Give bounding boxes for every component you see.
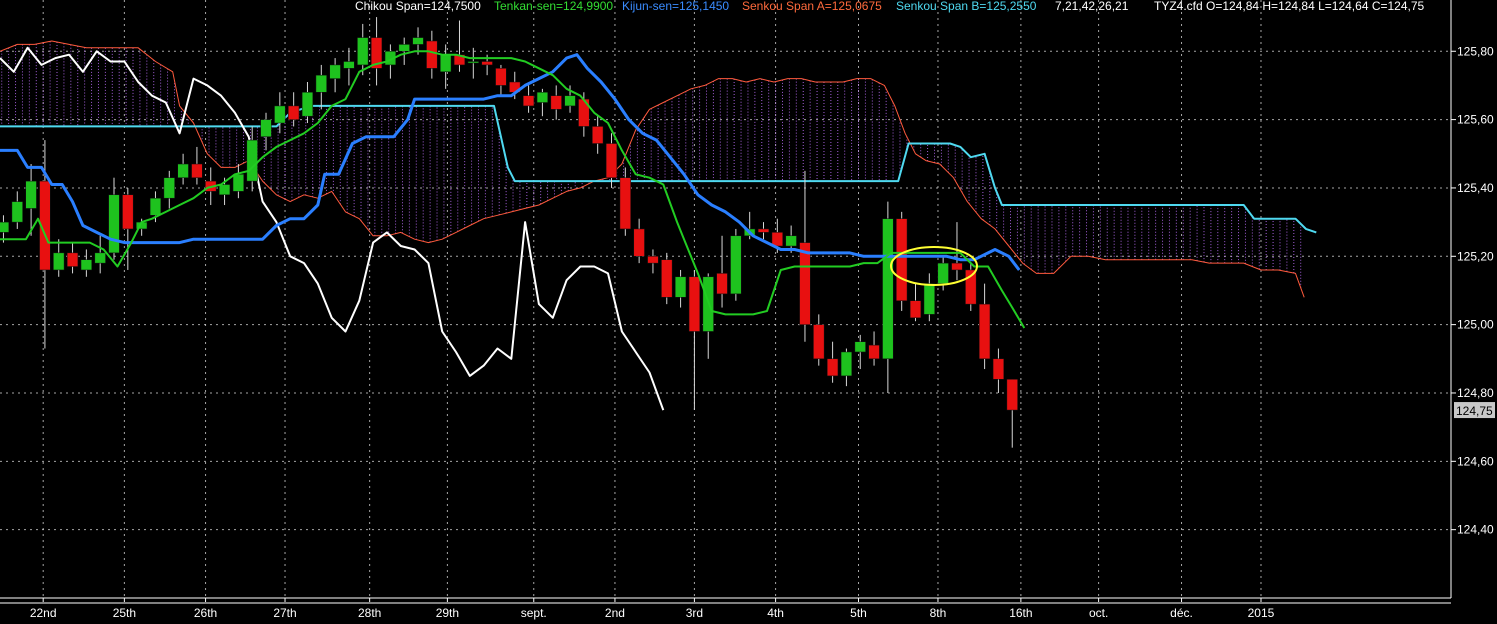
- x-tick-label: 26th: [194, 606, 217, 620]
- candle-bear: [647, 256, 659, 264]
- candle-bear: [481, 61, 493, 66]
- candle-bear: [122, 194, 134, 230]
- candle-bull: [536, 92, 549, 103]
- candle-bear: [426, 40, 438, 69]
- chikou-legend: Chikou Span=124,7500: [355, 0, 481, 13]
- candle-bear: [868, 344, 880, 360]
- candle-bear: [979, 303, 991, 360]
- candle-bull: [315, 74, 327, 93]
- candle-bull: [357, 37, 369, 66]
- ichimoku-chart: 125,80 125,60 125,40 125,20 125,00 124,80 124,…: [0, 0, 1497, 624]
- senkou-a-legend: Senkou Span A=125,0675: [742, 0, 882, 13]
- candle-bull: [11, 201, 23, 223]
- candle-bull: [177, 163, 189, 178]
- candle-bear: [896, 218, 908, 301]
- candle-bull: [674, 276, 687, 298]
- candle-bull: [882, 218, 894, 360]
- candle-bull: [163, 177, 175, 199]
- candle-bull: [329, 64, 341, 79]
- candle-bear: [813, 324, 825, 360]
- candle-bull: [840, 351, 853, 377]
- x-tick-label: 28th: [358, 606, 381, 620]
- candle-bull: [149, 197, 162, 216]
- candle-bear: [771, 232, 783, 247]
- x-tick-label: 16th: [1009, 606, 1032, 620]
- candle-bear: [66, 252, 79, 267]
- candle-bear: [633, 228, 645, 257]
- candle-bull: [218, 184, 231, 196]
- x-tick-label: oct.: [1089, 606, 1108, 620]
- x-tick-label: 4th: [767, 606, 784, 620]
- x-tick-label: 2nd: [605, 606, 625, 620]
- instrument-ohlc: TYZ4.cfd O=124,84 H=124,84 L=124,64 C=12…: [1154, 0, 1425, 13]
- senkou-b-legend: Senkou Span B=125,2550: [896, 0, 1037, 13]
- candle-bull: [232, 174, 244, 192]
- candle-bear: [757, 228, 770, 233]
- y-tick-label: 124,40: [1457, 523, 1494, 537]
- chart-background: [0, 0, 1497, 624]
- x-tick-label: 8th: [930, 606, 947, 620]
- candle-bull: [923, 283, 935, 315]
- kijun-legend: Kijun-sen=125,1450: [622, 0, 729, 13]
- x-tick-label: 29th: [436, 606, 459, 620]
- candle-bear: [605, 143, 618, 178]
- candle-bull: [260, 119, 272, 137]
- candle-bear: [288, 105, 300, 120]
- candle-bear: [522, 95, 535, 107]
- candle-bear: [619, 177, 631, 230]
- y-tick-label: 125,40: [1457, 181, 1494, 195]
- candle-bear: [550, 95, 562, 110]
- candle-bear: [1006, 379, 1018, 411]
- candle-bear: [799, 242, 811, 325]
- candle-bull: [80, 259, 92, 271]
- candle-bear: [992, 358, 1005, 380]
- candle-bull: [467, 61, 479, 64]
- ichimoku-params: 7,21,42,26,21: [1055, 0, 1129, 13]
- candle-bull: [412, 37, 424, 45]
- x-tick-label: 5th: [850, 606, 867, 620]
- candle-bull: [937, 262, 949, 284]
- candle-bear: [716, 273, 728, 295]
- candle-bear: [909, 300, 922, 319]
- x-tick-label: déc.: [1170, 606, 1193, 620]
- y-tick-label: 125,00: [1457, 318, 1494, 332]
- candle-bull: [343, 61, 355, 69]
- candle-bear: [191, 163, 203, 178]
- candle-bull: [398, 44, 410, 52]
- x-tick-label: sept.: [521, 606, 547, 620]
- x-tick-label: 25th: [113, 606, 136, 620]
- x-tick-label: 2015: [1248, 606, 1275, 620]
- candle-bear: [592, 126, 604, 144]
- candle-bear: [826, 358, 839, 377]
- candle-bull: [108, 194, 120, 254]
- candle-bull: [564, 95, 576, 107]
- candle-bull: [0, 221, 10, 233]
- candle-bear: [495, 68, 507, 86]
- y-tick-label: 124,60: [1457, 454, 1494, 468]
- candle-bear: [688, 276, 701, 332]
- x-tick-label: 3rd: [686, 606, 703, 620]
- last-price-label: 124,75: [1456, 404, 1493, 418]
- candle-bear: [661, 259, 673, 298]
- candle-bull: [301, 92, 314, 117]
- candle-bear: [951, 262, 963, 271]
- candle-bull: [53, 252, 65, 271]
- candle-bull: [274, 105, 286, 124]
- y-tick-label: 125,80: [1457, 44, 1494, 58]
- candle-bull: [440, 54, 452, 73]
- x-tick-label: 27th: [273, 606, 296, 620]
- candle-bull: [854, 341, 866, 353]
- y-tick-label: 125,60: [1457, 113, 1494, 127]
- y-tick-label: 125,20: [1457, 249, 1494, 263]
- candle-bull: [785, 235, 797, 247]
- candle-bull: [94, 252, 106, 264]
- tenkan-legend: Tenkan-sen=124,9900: [494, 0, 613, 13]
- candle-bull: [25, 180, 37, 209]
- candle-bull: [246, 139, 258, 182]
- y-tick-label: 124,80: [1457, 386, 1494, 400]
- x-tick-label: 22nd: [30, 606, 57, 620]
- candle-bull: [730, 235, 742, 295]
